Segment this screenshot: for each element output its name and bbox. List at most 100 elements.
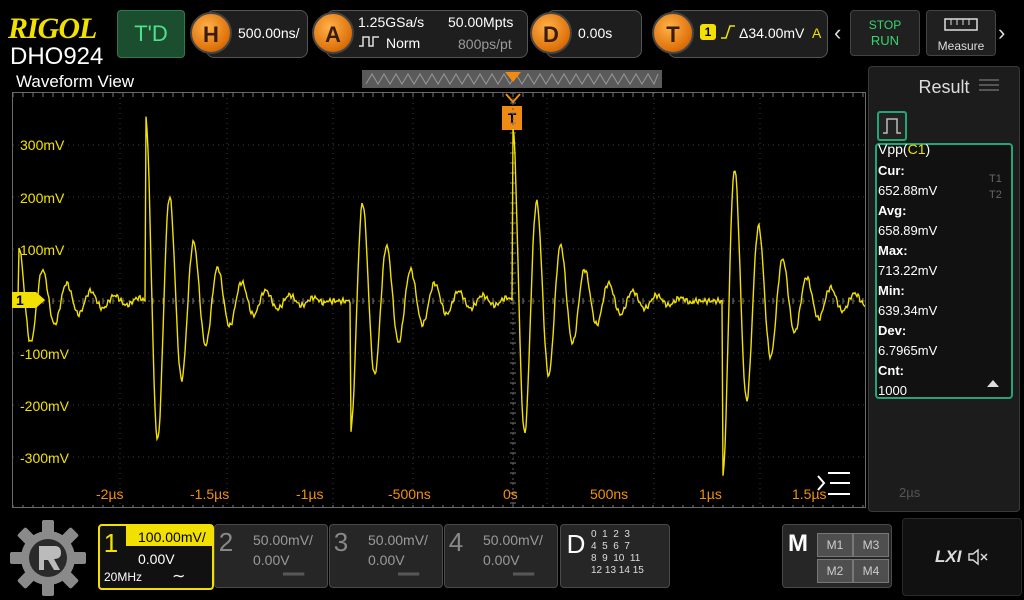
stat-label-cnt: Cnt: xyxy=(878,363,904,378)
trigger-button[interactable]: T xyxy=(652,12,694,54)
rising-edge-icon xyxy=(721,25,735,39)
result-panel: Result Vpp(C1) Cur: 652.88mV Avg: 658.89… xyxy=(868,66,1020,512)
brand-logo: RIGOL xyxy=(8,12,97,45)
y-label-minus-100mv: -100mV xyxy=(20,346,70,362)
channel-3-scale: 50.00mV/ xyxy=(368,532,428,548)
channel-4-number: 4 xyxy=(448,527,464,557)
stat-value-cnt: 1000 xyxy=(878,383,907,398)
collapse-up-icon[interactable] xyxy=(985,377,1001,389)
speaker-muted-icon[interactable] xyxy=(967,547,989,567)
channel-1-scale: 100.00mV/ xyxy=(138,529,206,545)
horizontal-button[interactable]: H xyxy=(190,12,232,54)
menu-icon[interactable] xyxy=(816,470,852,498)
digital-row: 8 9 10 11 xyxy=(591,553,641,564)
stat-value-dev: 6.7965mV xyxy=(878,343,938,358)
side-tab-t2[interactable]: T2 xyxy=(989,187,1011,203)
digital-row: 12 13 14 15 xyxy=(591,565,644,576)
channel-3-number: 3 xyxy=(333,527,349,557)
trigger-source-badge: 1 xyxy=(700,24,716,40)
x-label-0s: 0s xyxy=(503,486,518,502)
measurement-stats: Cur: 652.88mV Avg: 658.89mV Max: 713.22m… xyxy=(878,161,937,401)
channel-2-scale: 50.00mV/ xyxy=(253,532,313,548)
memory-depth: 50.00Mpts xyxy=(448,14,514,30)
stat-value-cur: 652.88mV xyxy=(878,183,938,198)
math-m2-button[interactable]: M2 xyxy=(817,559,853,583)
digital-row: 0 1 2 3 xyxy=(591,529,630,540)
math-box[interactable]: M M1 M3 M2 M4 xyxy=(782,524,892,588)
dc-coupling-icon: ═══ xyxy=(398,569,420,580)
status-box: LXI xyxy=(902,518,1022,596)
channel-1-bandwidth: 20MHz xyxy=(104,570,143,584)
y-label-200mv: 200mV xyxy=(20,190,65,206)
stat-label-max: Max: xyxy=(878,243,908,258)
channel-4-scale: 50.00mV/ xyxy=(483,532,543,548)
channel-2-box[interactable]: 2 50.00mV/ 0.00V ═══ xyxy=(214,524,328,588)
channel-2-number: 2 xyxy=(218,527,234,557)
x-label-minus-500ns: -500ns xyxy=(388,486,431,502)
stat-value-min: 639.34mV xyxy=(878,303,938,318)
measure-button[interactable]: Measure xyxy=(926,10,996,56)
x-label-minus-2us: -2µs xyxy=(96,486,124,502)
y-label-minus-300mv: -300mV xyxy=(20,450,70,466)
math-letter: M xyxy=(788,530,808,557)
y-label-100mv: 100mV xyxy=(20,242,65,258)
measurement-type: Vpp xyxy=(878,141,903,157)
digital-channel-grid: 0 1 2 3 4 5 6 7 8 9 10 11 12 13 14 15 xyxy=(591,529,644,577)
x-label-minus-1us: -1µs xyxy=(296,486,324,502)
trigger-level: Δ34.00mV xyxy=(739,25,805,41)
points-per-time: 800ps/pt xyxy=(458,36,512,52)
ch1-waveform xyxy=(13,116,865,476)
vpp-measurement-icon[interactable] xyxy=(877,111,907,141)
stop-label: STOP xyxy=(868,18,902,32)
run-stop-button[interactable]: STOP RUN xyxy=(850,10,920,56)
y-label-minus-200mv: -200mV xyxy=(20,398,70,414)
digital-channels-box[interactable]: D 0 1 2 3 4 5 6 7 8 9 10 11 12 13 14 15 xyxy=(560,524,670,588)
stat-label-avg: Avg: xyxy=(878,203,907,218)
channel-3-offset: 0.00V xyxy=(368,552,405,568)
side-tab-t1[interactable]: T1 xyxy=(989,171,1011,187)
side-tabs[interactable]: T1 T2 xyxy=(989,171,1011,203)
waveform-view-title: Waveform View xyxy=(16,72,135,91)
x-label-minus-1-5us: -1.5µs xyxy=(190,486,230,502)
x-label-2us: 2µs xyxy=(899,485,921,500)
measurement-channel: C1 xyxy=(907,141,926,157)
channel-3-box[interactable]: 3 50.00mV/ 0.00V ═══ xyxy=(329,524,443,588)
stat-label-cur: Cur: xyxy=(878,163,905,178)
stat-label-min: Min: xyxy=(878,283,905,298)
stat-label-dev: Dev: xyxy=(878,323,907,338)
sample-rate: 1.25GSa/s xyxy=(358,14,425,30)
math-m4-button[interactable]: M4 xyxy=(853,559,889,583)
channel-1-box[interactable]: 1 100.00mV/ 0.00V 20MHz ∼ xyxy=(98,524,214,590)
timebase-value: 500.00ns/ xyxy=(238,25,300,41)
run-label: RUN xyxy=(870,33,900,48)
stat-value-avg: 658.89mV xyxy=(878,223,938,238)
acquire-button[interactable]: A xyxy=(312,12,354,54)
channel-4-offset: 0.00V xyxy=(483,552,520,568)
trigger-delay-button[interactable]: T'D xyxy=(117,10,185,58)
home-gear-icon[interactable] xyxy=(8,518,88,598)
scroll-right-icon[interactable]: › xyxy=(998,22,1005,44)
acquire-mode: Norm xyxy=(386,35,421,51)
digital-letter: D xyxy=(566,529,586,559)
dc-coupling-icon: ═══ xyxy=(513,569,535,580)
x-label-1us: 1µs xyxy=(699,486,722,502)
measure-label: Measure xyxy=(937,39,985,53)
lxi-label: LXI xyxy=(935,547,962,566)
model-name: DHO924 xyxy=(10,43,104,70)
measurement-title: Vpp(C1) xyxy=(878,141,931,157)
channel-4-box[interactable]: 4 50.00mV/ 0.00V ═══ xyxy=(444,524,558,588)
math-m3-button[interactable]: M3 xyxy=(853,533,889,557)
scroll-left-icon[interactable]: ‹ xyxy=(834,22,841,44)
x-label-500ns: 500ns xyxy=(590,486,629,502)
y-label-300mv: 300mV xyxy=(20,137,65,153)
math-m1-button[interactable]: M1 xyxy=(817,533,853,557)
acquire-mode-icon xyxy=(359,36,379,47)
channel-1-offset: 0.00V xyxy=(138,551,175,567)
stat-value-max: 713.22mV xyxy=(878,263,938,278)
result-menu-icon[interactable] xyxy=(977,77,1001,93)
ruler-icon xyxy=(944,18,978,31)
waveform-grid[interactable] xyxy=(12,92,866,508)
ac-coupling-icon: ∼ xyxy=(172,568,186,585)
delay-button[interactable]: D xyxy=(530,12,572,54)
digital-row: 4 5 6 7 xyxy=(591,541,630,552)
